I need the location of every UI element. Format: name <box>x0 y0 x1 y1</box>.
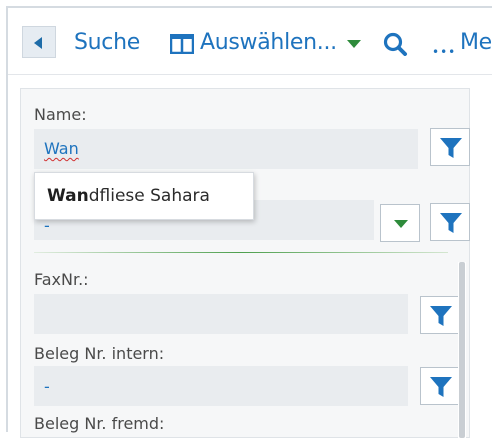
toolbar: Suche Auswählen... ••• Me <box>8 8 492 75</box>
filter-funnel-icon <box>430 377 452 397</box>
fax-label: FaxNr.: <box>34 270 89 289</box>
more-menu-label[interactable]: Me <box>460 30 492 55</box>
name-label: Name: <box>34 105 87 124</box>
ellipsis-icon[interactable]: ••• <box>432 45 456 59</box>
name-field[interactable]: Wan <box>34 129 418 169</box>
beleg-fremd-label: Beleg Nr. fremd: <box>34 414 165 433</box>
search-view-label[interactable]: Suche <box>74 30 140 55</box>
suggestion-rest: dfliese Sahara <box>88 186 210 206</box>
back-button[interactable] <box>22 26 56 58</box>
filter-funnel-icon <box>430 306 452 326</box>
chevron-down-icon[interactable] <box>347 40 361 48</box>
triangle-left-icon <box>34 37 42 49</box>
fax-filter-button[interactable] <box>420 296 460 334</box>
search-icon[interactable] <box>383 32 409 60</box>
name-field-value: Wan <box>44 139 79 158</box>
suggestion-match: Wan <box>47 186 89 206</box>
scrollbar[interactable] <box>458 262 466 438</box>
beleg-intern-label: Beleg Nr. intern: <box>34 344 165 363</box>
select-button-label[interactable]: Auswählen... <box>200 30 337 55</box>
name-filter-button[interactable] <box>430 128 470 166</box>
beleg-intern-filter-button[interactable] <box>420 367 460 405</box>
columns-icon[interactable] <box>169 33 195 58</box>
fax-field[interactable] <box>34 294 408 334</box>
scrollbar-thumb[interactable] <box>459 262 465 438</box>
filter-funnel-icon <box>440 138 462 158</box>
section-divider <box>34 252 448 253</box>
suggestion-text: Wandfliese Sahara <box>47 186 210 206</box>
second-dropdown-button[interactable] <box>380 204 420 242</box>
caret-down-icon <box>394 220 408 228</box>
beleg-intern-field-value: - <box>44 377 50 396</box>
second-filter-button[interactable] <box>430 203 470 241</box>
beleg-intern-field[interactable]: - <box>34 366 408 406</box>
filter-funnel-icon <box>440 213 462 233</box>
autocomplete-suggestion[interactable]: Wandfliese Sahara <box>34 172 254 220</box>
